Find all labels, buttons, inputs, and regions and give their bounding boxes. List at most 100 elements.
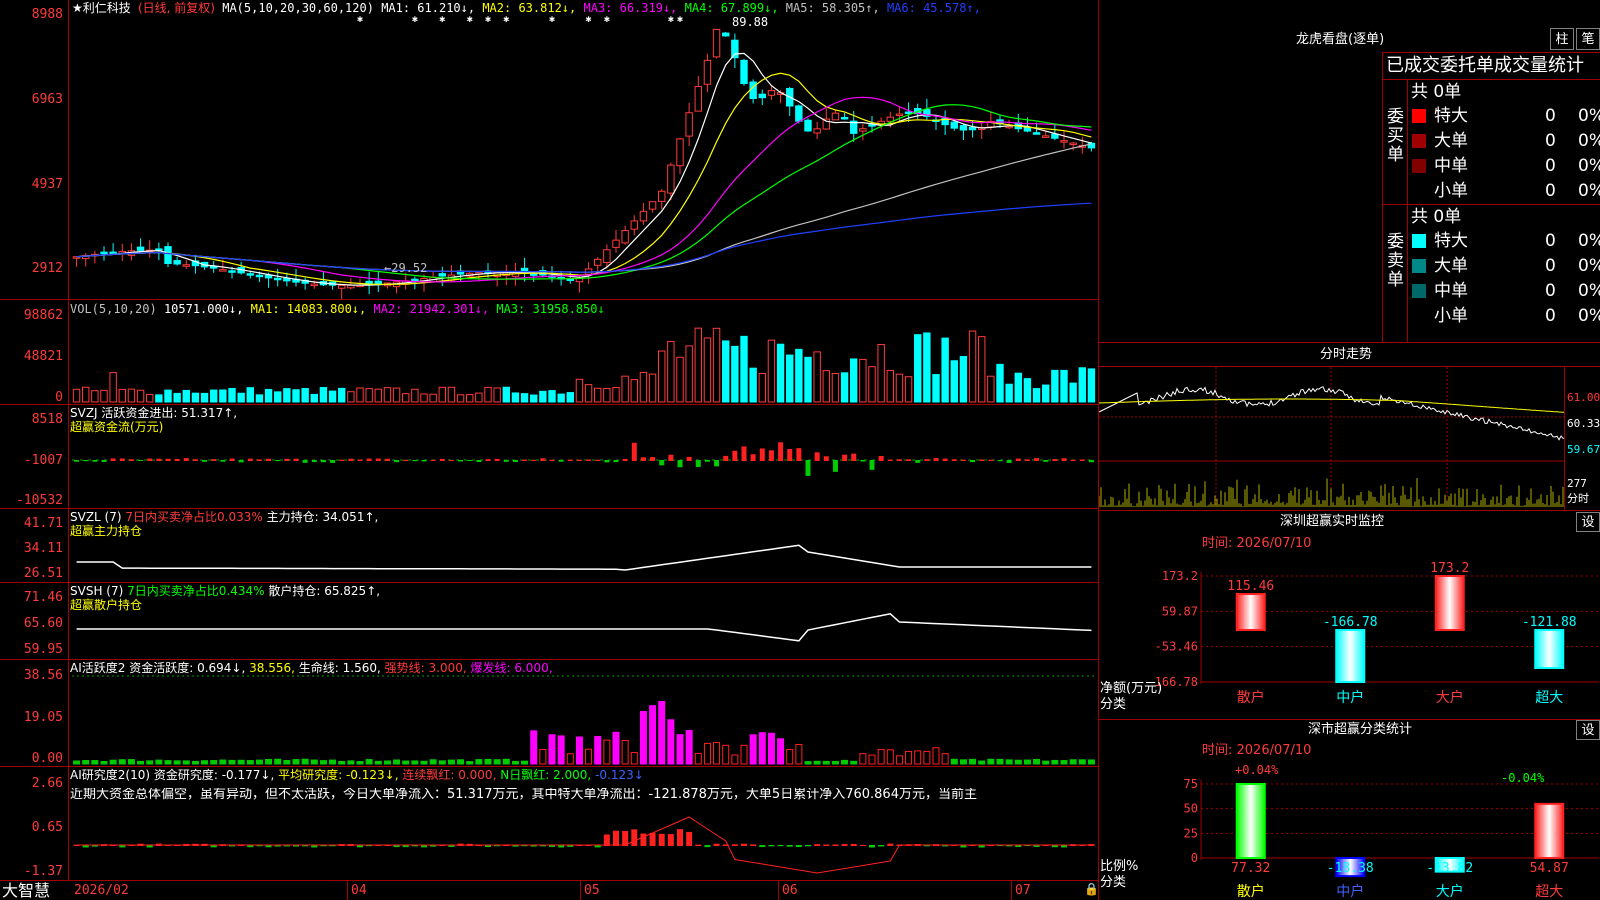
svg-text:✱: ✱: [485, 14, 491, 25]
ai1-tick: 19.05: [23, 710, 63, 725]
retail-holding-line: [76, 612, 1092, 642]
monitor-unit: 净额(万元): [1100, 681, 1163, 696]
svg-text:✱: ✱: [503, 14, 509, 25]
ai1-tick: 0.00: [31, 751, 63, 766]
bar-value-label: -166.78: [1323, 615, 1378, 630]
order-row: 小单00%: [1410, 179, 1600, 203]
class-stat-top-right: -0.04%: [1501, 771, 1545, 785]
bar-value-label: -18.38: [1327, 861, 1374, 876]
class-stat-time: 时间: 2026/07/10: [1202, 743, 1312, 758]
vol-header: VOL(5,10,20) 10571.000↓, MA1: 14083.800↓…: [70, 302, 605, 316]
tick-mode-button[interactable]: 笔: [1576, 28, 1600, 50]
bar-mode-button[interactable]: 柱: [1550, 28, 1574, 50]
order-row: 中单00%: [1410, 154, 1600, 178]
svzl-tick: 34.11: [23, 541, 63, 556]
svsh-header: SVSH (7) 7日内买卖净占比0.434% 散户持仓: 65.825↑,: [70, 584, 381, 598]
svg-text:✱: ✱: [604, 14, 610, 25]
ma-3-label: MA3: 66.319↓,: [576, 1, 678, 15]
sell-order-label: 委卖单: [1387, 232, 1404, 290]
ai2-tick: 0.65: [31, 820, 63, 835]
swatch-icon: [1412, 284, 1426, 298]
bar-axis-tick: 50: [1184, 802, 1198, 816]
x-tick: 07: [1015, 883, 1031, 898]
bar-散户: [1235, 783, 1266, 859]
svg-text:✱: ✱: [412, 14, 418, 25]
swatch-icon: [1412, 184, 1426, 198]
ma-line: [76, 52, 1092, 286]
lhb-title: 龙虎看盘(逐单): [1296, 32, 1385, 47]
ma-4-label: MA4: 67.899↓,: [677, 1, 779, 15]
bar-超大: [1534, 802, 1565, 859]
intraday-vol-unit: 分时: [1567, 492, 1589, 505]
kline-mode[interactable]: (日线, 前复权): [138, 1, 215, 15]
x-tick: 04: [351, 883, 367, 898]
svzl-subtitle: 超赢主力持仓: [70, 524, 143, 538]
main-header: ★利仁科技 (日线, 前复权) MA(5,10,20,30,60,120) MA…: [72, 1, 981, 15]
volume-bars: [72, 327, 1096, 403]
svg-text:✱: ✱: [439, 14, 445, 25]
svg-text:✱: ✱: [586, 14, 592, 25]
price-tick: 8988: [31, 7, 63, 22]
x-tick: 2026/02: [74, 883, 129, 898]
ma-line: [76, 96, 1092, 283]
order-row: 特大00%: [1410, 104, 1600, 128]
research-line: [76, 816, 1092, 874]
bar-axis-tick: -53.46: [1155, 640, 1198, 654]
ma-line: [76, 143, 1092, 273]
svsh-tick: 59.95: [23, 642, 63, 657]
price-tick: 4937: [31, 177, 63, 192]
ma-line: [76, 202, 1092, 273]
svzj-tick: 8518: [31, 412, 63, 427]
bar-axis-tick: 173.2: [1162, 569, 1198, 583]
trading-terminal: ✱ ✱ ✱ ✱ ✱ ✱ ✱ ✱ ✱ ✱ ✱ 8988 6963 4937 2912 ★利仁科技 (日…: [0, 0, 1600, 900]
swatch-icon: [1412, 159, 1426, 173]
ai1-tick: 38.56: [23, 668, 63, 683]
bar-大户: [1434, 575, 1465, 632]
swatch-icon: [1412, 259, 1426, 273]
indicator-charts[interactable]: ✱ ✱ ✱ ✱ ✱ ✱ ✱ ✱ ✱ ✱ ✱: [0, 0, 1098, 900]
order-row: 特大00%: [1410, 229, 1600, 253]
price-tick: 6963: [31, 92, 63, 107]
ma-line: [76, 104, 1092, 280]
ai-research-header: AI研究度2(10) 资金研究度: -0.177↓, 平均研究度: -0.123…: [70, 768, 644, 782]
bar-axis-tick: 75: [1184, 777, 1198, 791]
intraday-chart[interactable]: [1099, 367, 1565, 507]
svzj-tick: -10532: [16, 493, 63, 508]
monitor-time: 时间: 2026/07/10: [1202, 536, 1312, 551]
ma-2-label: MA2: 63.812↓,: [475, 1, 577, 15]
monitor-category-label: 分类: [1100, 697, 1127, 712]
stock-name[interactable]: ★利仁科技: [72, 1, 131, 15]
intraday-price-line: [1099, 386, 1565, 441]
bar-axis-tick: 25: [1184, 826, 1198, 840]
ma-line: [76, 72, 1092, 285]
svzl-header: SVZL (7) 7日内买卖净占比0.033% 主力持仓: 34.051↑,: [70, 510, 379, 524]
bar-category-label: 中户: [1336, 689, 1364, 706]
order-row: 小单00%: [1410, 304, 1600, 328]
ai2-tick: -1.37: [23, 864, 63, 879]
svsh-tick: 65.60: [23, 616, 63, 631]
svg-text:✱: ✱: [549, 14, 555, 25]
sell-total: 共 0单: [1411, 207, 1462, 227]
ma-5-label: MA5: 58.305↑,: [778, 1, 880, 15]
x-tick: 06: [782, 883, 798, 898]
lock-icon[interactable]: 🔒: [1084, 882, 1099, 896]
ai2-tick: 2.66: [31, 776, 63, 791]
bar-category-label: 中户: [1336, 883, 1364, 900]
bar-value-label: 115.46: [1227, 579, 1274, 594]
intraday-vol-tick: 277: [1567, 477, 1587, 490]
ma-params: MA(5,10,20,30,60,120): [222, 1, 374, 15]
brand-logo[interactable]: 大智慧: [2, 882, 50, 900]
bar-category-label: 大户: [1436, 883, 1464, 900]
bar-value-label: -13.82: [1426, 861, 1473, 876]
class-stat-settings-button[interactable]: 设: [1576, 720, 1600, 740]
bar-category-label: 大户: [1436, 689, 1464, 706]
swatch-icon: [1412, 109, 1426, 123]
vol-tick: 98862: [23, 308, 63, 323]
svzl-tick: 26.51: [23, 566, 63, 581]
svg-text:✱: ✱: [467, 14, 473, 25]
order-row: 中单00%: [1410, 279, 1600, 303]
class-stat-title: 深市超赢分类统计: [1308, 722, 1413, 737]
price-tick: 2912: [31, 261, 63, 276]
monitor-title: 深圳超赢实时监控: [1280, 514, 1385, 529]
monitor-settings-button[interactable]: 设: [1576, 512, 1600, 532]
